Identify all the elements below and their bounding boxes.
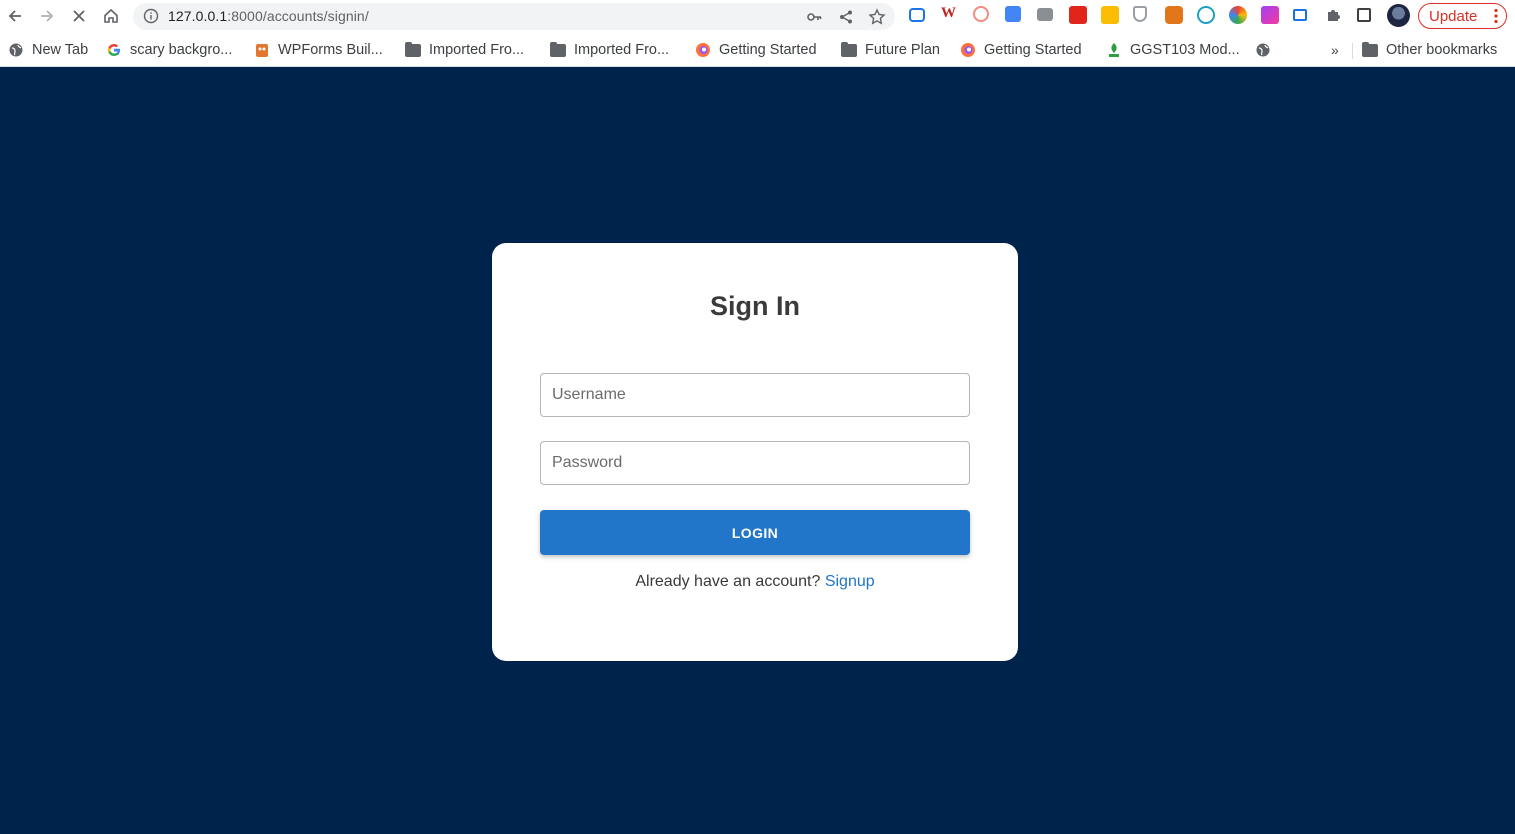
info-icon[interactable] — [143, 8, 159, 24]
more-vert-icon — [1494, 8, 1498, 24]
bookmark-label: Other bookmarks — [1386, 42, 1498, 58]
gradient-extension-icon[interactable] — [1261, 6, 1279, 24]
bookmark-imported-2[interactable]: Imported Fro... — [550, 40, 669, 60]
bookmark-label: New Tab — [32, 42, 89, 58]
bookmark-ggst103[interactable]: GGST103 Mod... — [1106, 40, 1240, 60]
update-button[interactable]: Update — [1418, 3, 1507, 29]
arrow-right-icon[interactable] — [35, 4, 59, 28]
bookmark-label: WPForms Buil... — [278, 42, 383, 58]
url-path: :8000/accounts/signin/ — [227, 8, 369, 24]
page-title: Sign In — [710, 291, 800, 321]
window-extension-icon[interactable] — [1293, 9, 1307, 21]
bookmark-label: scary backgro... — [130, 42, 233, 58]
bookmark-new-tab[interactable]: New Tab — [8, 40, 88, 60]
pdf-extension-icon[interactable] — [1069, 6, 1087, 24]
bookmark-imported-1[interactable]: Imported Fro... — [405, 40, 524, 60]
keep-extension-icon[interactable] — [1101, 6, 1119, 24]
wikipedia-extension-icon[interactable]: W — [941, 5, 959, 23]
star-icon[interactable] — [867, 7, 887, 27]
wifi-extension-icon[interactable] — [973, 6, 989, 22]
folder-icon — [550, 41, 566, 57]
bookmark-wpforms[interactable]: WPForms Buil... — [254, 40, 383, 60]
arrow-left-icon[interactable] — [3, 4, 27, 28]
address-bar[interactable]: 127.0.0.1:8000/accounts/signin/ — [133, 3, 895, 30]
username-input[interactable] — [540, 373, 970, 417]
bookmark-label: Getting Started — [719, 42, 817, 58]
puzzle-icon[interactable] — [1325, 7, 1343, 25]
shield-extension-icon[interactable] — [1133, 6, 1147, 22]
url-text: 127.0.0.1:8000/accounts/signin/ — [168, 8, 369, 24]
bookmarks-overflow-button[interactable]: » — [1331, 40, 1339, 60]
wpforms-icon — [256, 44, 268, 57]
home-icon[interactable] — [99, 4, 123, 28]
bookmark-label: Future Plan — [865, 42, 940, 58]
signup-link[interactable]: Signup — [825, 573, 875, 590]
bookmark-scary-background[interactable]: scary backgro... — [106, 40, 232, 60]
login-button[interactable]: LOGIN — [540, 510, 970, 555]
bookmark-getting-started-2[interactable]: Getting Started — [960, 40, 1082, 60]
bookmarks-bar: New Tab scary backgro... WPForms Buil...… — [0, 33, 1515, 67]
signin-card: Sign In LOGIN Already have an account? S… — [492, 243, 1018, 661]
key-icon[interactable] — [804, 7, 824, 27]
overflow-label: » — [1331, 42, 1339, 58]
leaf-icon — [1109, 43, 1119, 57]
bookmarks-divider — [1352, 43, 1353, 59]
google-icon — [107, 44, 120, 56]
translate-extension-icon[interactable] — [1005, 6, 1021, 22]
firefox-icon — [961, 43, 975, 57]
bookmark-globe[interactable] — [1255, 40, 1279, 60]
sidebar-icon[interactable] — [1357, 8, 1371, 22]
signup-prompt: Already have an account? Signup — [492, 573, 1018, 591]
url-host: 127.0.0.1 — [168, 8, 228, 24]
avatar[interactable] — [1387, 4, 1410, 27]
close-icon[interactable] — [67, 4, 91, 28]
color-extension-icon[interactable] — [1229, 6, 1247, 24]
bookmark-future-plan[interactable]: Future Plan — [841, 40, 940, 60]
metamask-extension-icon[interactable] — [1165, 6, 1183, 24]
update-label: Update — [1429, 7, 1478, 25]
signup-prompt-text: Already have an account? — [635, 573, 821, 590]
bookmark-label: GGST103 Mod... — [1130, 42, 1240, 58]
firefox-icon — [696, 43, 710, 57]
password-input[interactable] — [540, 441, 970, 485]
screencast-extension-icon[interactable] — [909, 8, 925, 22]
share-icon[interactable] — [836, 7, 856, 27]
folder-icon — [405, 41, 421, 57]
globe-icon — [1256, 43, 1270, 57]
bookmark-label: Imported Fro... — [429, 42, 525, 58]
circle-extension-icon[interactable] — [1197, 6, 1215, 24]
bookmark-label: Getting Started — [984, 42, 1082, 58]
camera-extension-icon[interactable] — [1037, 8, 1053, 21]
bookmark-label: Imported Fro... — [574, 42, 670, 58]
folder-icon — [1362, 41, 1378, 57]
browser-toolbar: 127.0.0.1:8000/accounts/signin/ W Update — [0, 0, 1515, 33]
bookmark-other[interactable]: Other bookmarks — [1362, 40, 1497, 60]
globe-icon — [9, 43, 23, 57]
bookmark-getting-started-1[interactable]: Getting Started — [695, 40, 817, 60]
folder-icon — [841, 41, 857, 57]
